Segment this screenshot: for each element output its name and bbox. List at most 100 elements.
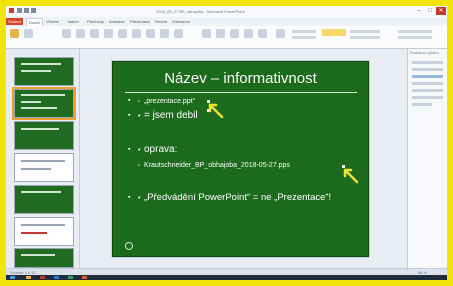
ribbon-tabs: Soubor Domů Vložení Návrh Přechody Anima…: [6, 17, 447, 26]
thumbnail-text: [21, 254, 55, 256]
star-icon[interactable]: [258, 29, 267, 38]
ribbon-option[interactable]: [292, 30, 316, 33]
word-icon[interactable]: [54, 276, 59, 279]
browser-icon[interactable]: [82, 276, 87, 279]
slide-thumbnail[interactable]: [14, 57, 74, 86]
title-underline: [125, 92, 357, 93]
slide[interactable]: Název – informativnost ▪ • „prezentace.p…: [112, 61, 369, 257]
ribbon-option[interactable]: [398, 30, 432, 33]
bullet-text[interactable]: „Předvádění PowerPoint“ = ne „Prezentace…: [144, 192, 331, 203]
slide-thumbnail[interactable]: [14, 185, 74, 214]
tab-transitions[interactable]: Přechody: [85, 18, 106, 25]
bullet-text[interactable]: = jsem debil: [144, 110, 198, 121]
thumbnail-text: [21, 94, 65, 96]
star-icon[interactable]: [216, 29, 225, 38]
tab-review[interactable]: Revize: [153, 18, 169, 25]
new-slide-icon[interactable]: [24, 29, 33, 38]
tab-home[interactable]: Domů: [26, 18, 43, 26]
bullet-marker: •: [138, 147, 141, 154]
effect-options-icon[interactable]: [276, 29, 285, 38]
tab-animations[interactable]: Animace: [107, 18, 127, 25]
slide-thumbnail[interactable]: [14, 121, 74, 150]
save-icon[interactable]: [17, 8, 22, 13]
thumbnail-text: [21, 101, 41, 103]
redo-icon[interactable]: [31, 8, 36, 13]
bullet-marker: •: [138, 195, 141, 202]
slide-editing-canvas: Název – informativnost ▪ • „prezentace.p…: [80, 49, 407, 268]
star-icon[interactable]: [76, 29, 85, 38]
thumbnail-text: [21, 160, 65, 162]
window-title: 2018_09_27 BP_obhajoba - Microsoft Power…: [156, 9, 245, 14]
circle-icon: [125, 242, 133, 250]
maximize-button[interactable]: □: [425, 7, 435, 15]
pane-item[interactable]: [412, 96, 443, 99]
star-icon[interactable]: [230, 29, 239, 38]
pane-item[interactable]: [412, 68, 443, 71]
slide-title[interactable]: Název – informativnost: [113, 70, 368, 87]
thumbnail-text: [21, 70, 51, 72]
bullet-marker: ▪: [128, 112, 131, 119]
tab-design[interactable]: Návrh: [66, 18, 81, 25]
tab-file[interactable]: Soubor: [6, 18, 23, 25]
pointer-arrow-icon: [208, 103, 224, 119]
star-icon[interactable]: [146, 29, 155, 38]
thumbnail-text: [21, 63, 61, 65]
star-icon[interactable]: [132, 29, 141, 38]
star-icon[interactable]: [104, 29, 113, 38]
powerpoint-window: 2018_09_27 BP_obhajoba - Microsoft Power…: [6, 6, 447, 280]
thumbnail-text: [21, 232, 47, 234]
thumbnail-text: [21, 224, 65, 226]
tab-insert[interactable]: Vložení: [44, 18, 61, 25]
star-icon[interactable]: [202, 29, 211, 38]
ribbon-option[interactable]: [350, 30, 380, 33]
minimize-button[interactable]: –: [414, 7, 424, 15]
slide-thumbnail-selected[interactable]: [12, 87, 76, 120]
undo-icon[interactable]: [24, 8, 29, 13]
star-icon[interactable]: [90, 29, 99, 38]
bullet-marker: •: [138, 113, 141, 120]
bullet-text[interactable]: Krautschneider_BP_obhajoba_2018-05-27.pp…: [144, 162, 290, 169]
close-button[interactable]: ✕: [436, 7, 446, 15]
thumbnail-text: [21, 168, 51, 170]
explorer-icon[interactable]: [26, 276, 31, 279]
thumbnail-text: [21, 128, 59, 130]
star-icon[interactable]: [118, 29, 127, 38]
ribbon-option[interactable]: [398, 36, 432, 39]
pane-title: Podokno výběru: [410, 50, 439, 55]
ribbon-option[interactable]: [292, 36, 316, 39]
star-icon[interactable]: [174, 29, 183, 38]
pane-item[interactable]: [412, 103, 432, 106]
bullet-text[interactable]: „prezentace.ppt“: [144, 98, 195, 105]
star-icon[interactable]: [62, 29, 71, 38]
star-icon[interactable]: [160, 29, 169, 38]
pane-item-selected[interactable]: [412, 75, 443, 78]
animation-pane-button[interactable]: [322, 29, 346, 36]
ribbon-option[interactable]: [350, 36, 380, 39]
start-icon[interactable]: [10, 276, 15, 279]
pane-item[interactable]: [412, 82, 443, 85]
excel-icon[interactable]: [68, 276, 73, 279]
ribbon: [6, 26, 447, 49]
bullet-text[interactable]: oprava:: [144, 144, 177, 155]
bullet-marker: ▪: [128, 146, 131, 153]
pane-item[interactable]: [412, 89, 443, 92]
thumbnail-text: [21, 191, 61, 193]
bullet-marker: •: [138, 99, 140, 105]
powerpoint-app-icon: [9, 8, 14, 13]
star-icon[interactable]: [244, 29, 253, 38]
bullet-marker: •: [138, 163, 140, 169]
bullet-marker: ▪: [128, 194, 131, 201]
taskbar: [6, 275, 447, 280]
slide-thumbnail[interactable]: [14, 217, 74, 246]
bullet-marker: ▪: [128, 97, 131, 104]
tab-view[interactable]: Zobrazení: [170, 18, 192, 25]
paste-icon[interactable]: [10, 29, 19, 38]
slide-thumbnail[interactable]: [14, 153, 74, 182]
pane-item[interactable]: [412, 61, 443, 64]
selection-pane: Podokno výběru: [407, 49, 447, 268]
slide-thumbnails-pane: [6, 49, 80, 268]
thumbnail-text: [21, 107, 57, 109]
powerpoint-icon[interactable]: [40, 276, 45, 279]
slide-thumbnail[interactable]: [14, 248, 74, 268]
tab-slideshow[interactable]: Prezentace: [128, 18, 152, 25]
